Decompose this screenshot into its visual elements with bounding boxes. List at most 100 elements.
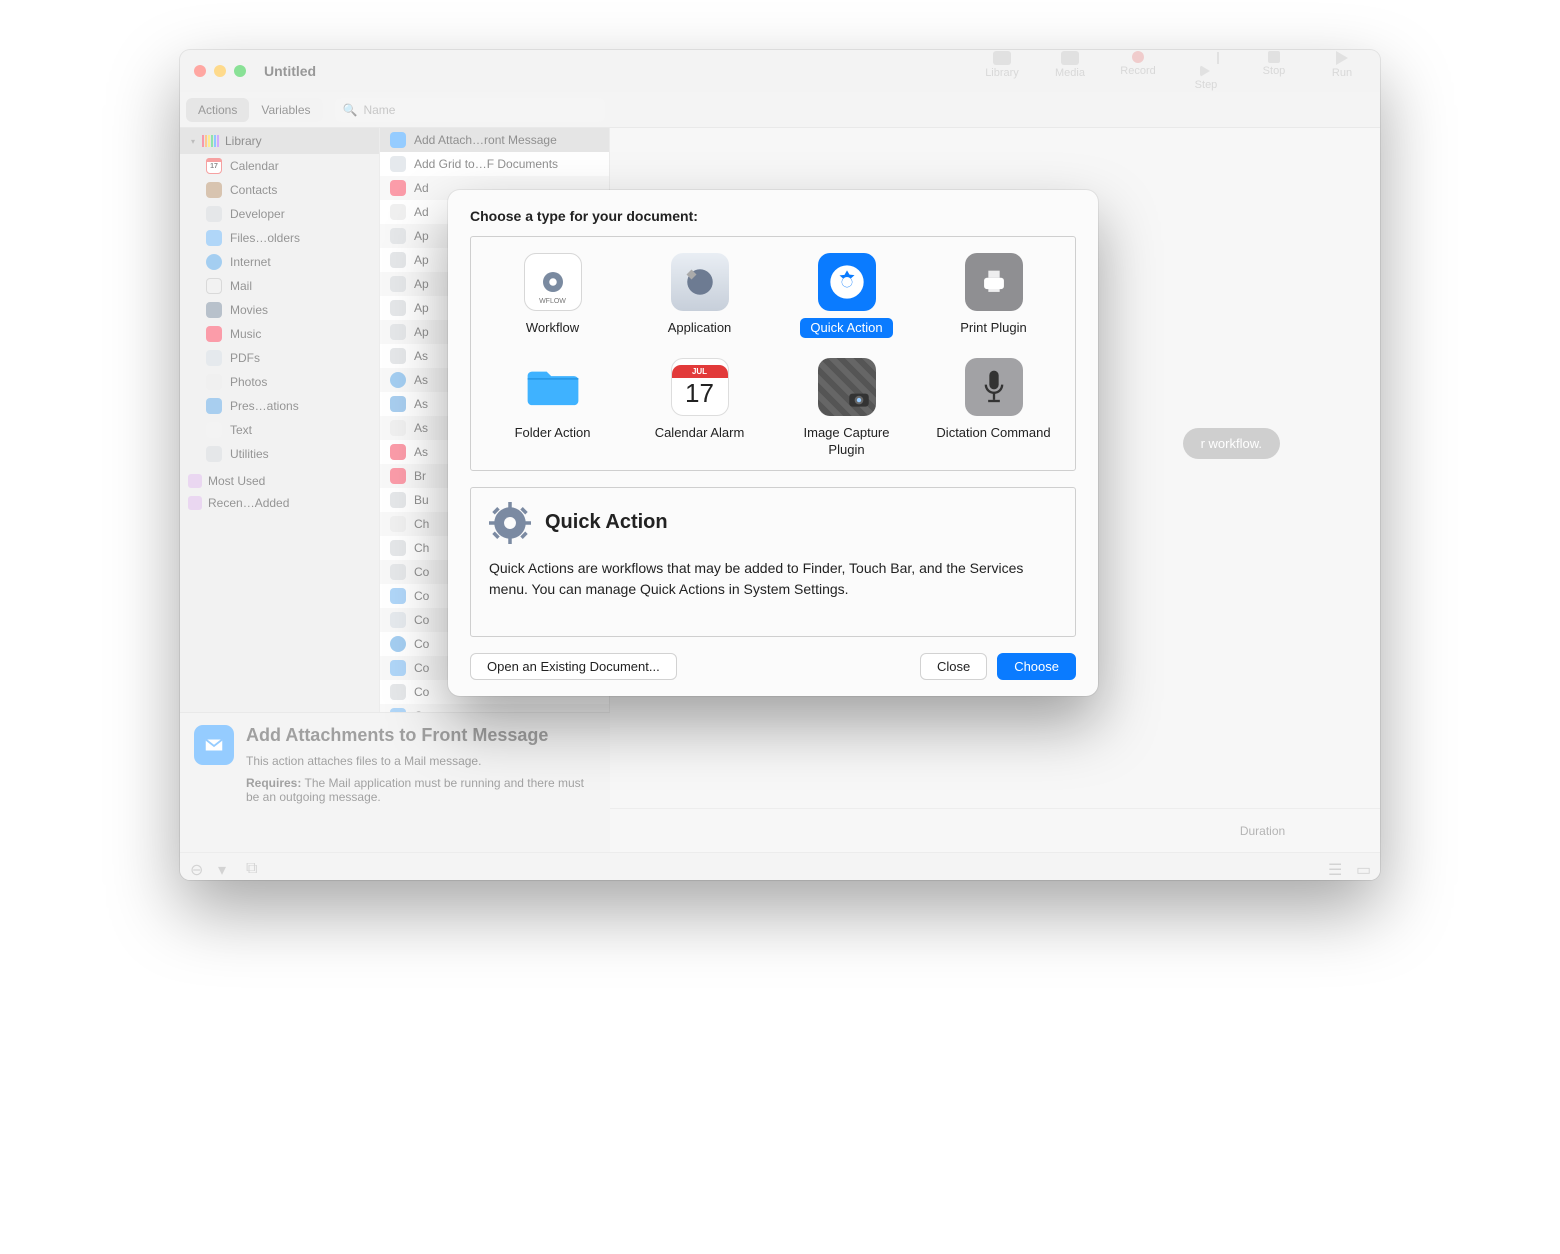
library-item-pres[interactable]: Pres…ations — [180, 394, 379, 418]
smart-folder-item[interactable]: Recen…Added — [180, 492, 379, 514]
type-dictation-command[interactable]: Dictation Command — [920, 356, 1067, 464]
files-icon — [390, 660, 406, 676]
action-row[interactable]: Add Grid to…F Documents — [380, 152, 609, 176]
library-item-music[interactable]: Music — [180, 322, 379, 346]
flow-view-icon[interactable]: ▭ — [1356, 860, 1370, 874]
type-print-plugin[interactable]: Print Plugin — [920, 251, 1067, 342]
search-icon: 🔍 — [343, 103, 358, 117]
type-calendar-alarm-label: Calendar Alarm — [645, 423, 755, 443]
action-description-requires: Requires: The Mail application must be r… — [246, 776, 596, 804]
type-application[interactable]: Application — [626, 251, 773, 342]
library-header-label: Library — [225, 134, 262, 148]
library-item-util[interactable]: Utilities — [180, 442, 379, 466]
type-image-capture-plugin[interactable]: Image Capture Plugin — [773, 356, 920, 464]
library-item-label: Pres…ations — [230, 399, 299, 413]
open-existing-button[interactable]: Open an Existing Document... — [470, 653, 677, 680]
type-folder-action[interactable]: Folder Action — [479, 356, 626, 464]
action-description-pane: Add Attachments to Front Message This ac… — [180, 712, 610, 852]
music-icon — [390, 444, 406, 460]
music-icon — [206, 326, 222, 342]
library-item-text[interactable]: Text — [180, 418, 379, 442]
dev-icon — [390, 300, 406, 316]
window-title: Untitled — [264, 63, 316, 79]
smart-folder-item[interactable]: Most Used — [180, 470, 379, 492]
library-item-movies[interactable]: Movies — [180, 298, 379, 322]
toolbar-stop-button[interactable]: Stop — [1250, 51, 1298, 91]
pres-icon — [390, 396, 406, 412]
smart-folder-icon — [188, 474, 202, 488]
tab-row: Actions Variables 🔍 Name — [180, 92, 1380, 128]
toolbar-media-button[interactable]: Media — [1046, 51, 1094, 91]
search-field[interactable]: 🔍 Name — [335, 98, 605, 122]
action-row-label: Add Attach…ront Message — [414, 133, 557, 147]
zoom-window-button[interactable] — [234, 65, 246, 77]
dev-icon — [390, 684, 406, 700]
library-item-internet[interactable]: Internet — [180, 250, 379, 274]
library-item-pdfs[interactable]: PDFs — [180, 346, 379, 370]
pres-icon — [206, 398, 222, 414]
library-item-cal[interactable]: Calendar — [180, 154, 379, 178]
action-row-label: As — [414, 421, 428, 435]
type-workflow[interactable]: Workflow — [479, 251, 626, 342]
library-item-contacts[interactable]: Contacts — [180, 178, 379, 202]
toolbar-record-button[interactable]: Record — [1114, 51, 1162, 91]
canvas-hint-text: r workflow. — [1201, 436, 1262, 451]
library-header[interactable]: ▾ Library — [180, 128, 379, 154]
action-row-label: Co — [414, 589, 429, 603]
library-item-photos[interactable]: Photos — [180, 370, 379, 394]
photos-icon — [390, 420, 406, 436]
document-type-grid: Workflow Application Quick Action Print … — [470, 236, 1076, 471]
chevron-down-icon[interactable]: ▾ — [218, 860, 232, 874]
action-row-label: As — [414, 373, 428, 387]
toolbar-library-button[interactable]: Library — [978, 51, 1026, 91]
tab-actions[interactable]: Actions — [186, 98, 249, 122]
action-row-label: Ad — [414, 205, 429, 219]
minimize-window-button[interactable] — [214, 65, 226, 77]
disclosure-triangle-icon[interactable]: ▾ — [188, 137, 198, 146]
mail-icon — [206, 278, 222, 294]
action-row-label: Bu — [414, 493, 429, 507]
library-item-files[interactable]: Files…olders — [180, 226, 379, 250]
calendar-month-label: JUL — [672, 365, 728, 378]
toolbar-step-button[interactable]: Step — [1182, 51, 1230, 91]
dictation-command-icon — [965, 358, 1023, 416]
action-row-label: Co — [414, 613, 429, 627]
calendar-alarm-icon: JUL 17 — [671, 358, 729, 416]
app-window: Untitled Library Media Record Step Stop … — [180, 50, 1380, 880]
choose-button[interactable]: Choose — [997, 653, 1076, 680]
util-icon — [206, 446, 222, 462]
toolbar-run-button[interactable]: Run — [1318, 51, 1366, 91]
library-item-dev[interactable]: Developer — [180, 202, 379, 226]
action-row-label: Co — [414, 685, 429, 699]
options-icon[interactable]: ⊖ — [190, 860, 204, 874]
type-quick-action[interactable]: Quick Action — [773, 251, 920, 342]
action-row-label: Co — [414, 637, 429, 651]
canvas-hint: r workflow. — [1183, 428, 1280, 459]
library-item-label: Mail — [230, 279, 252, 293]
action-row-label: Co — [414, 661, 429, 675]
bottom-bar: ⊖ ▾ ⧉ ☰ ▭ — [180, 852, 1380, 880]
list-view-icon[interactable]: ☰ — [1328, 860, 1342, 874]
gear-icon — [489, 502, 531, 544]
library-icon — [202, 135, 219, 147]
inspector-icon[interactable]: ⧉ — [246, 860, 260, 874]
action-row-label: Add Grid to…F Documents — [414, 157, 558, 171]
smart-folder-label: Most Used — [208, 474, 265, 488]
type-quick-action-label: Quick Action — [800, 318, 892, 338]
tab-variables[interactable]: Variables — [249, 98, 322, 122]
type-description-box: Quick Action Quick Actions are workflows… — [470, 487, 1076, 637]
type-calendar-alarm[interactable]: JUL 17 Calendar Alarm — [626, 356, 773, 464]
library-item-label: Photos — [230, 375, 267, 389]
action-row[interactable]: Add Attach…ront Message — [380, 128, 609, 152]
toolbar-step-label: Step — [1195, 79, 1218, 91]
type-dictation-command-label: Dictation Command — [926, 423, 1060, 443]
log-col-duration: Duration — [1145, 824, 1380, 838]
log-header: Duration — [610, 808, 1380, 852]
toolbar-stop-label: Stop — [1263, 65, 1286, 77]
close-window-button[interactable] — [194, 65, 206, 77]
library-item-mail[interactable]: Mail — [180, 274, 379, 298]
calendar-day-label: 17 — [685, 378, 714, 409]
action-row-label: Ap — [414, 301, 429, 315]
close-button[interactable]: Close — [920, 653, 987, 680]
action-row-label: As — [414, 445, 428, 459]
